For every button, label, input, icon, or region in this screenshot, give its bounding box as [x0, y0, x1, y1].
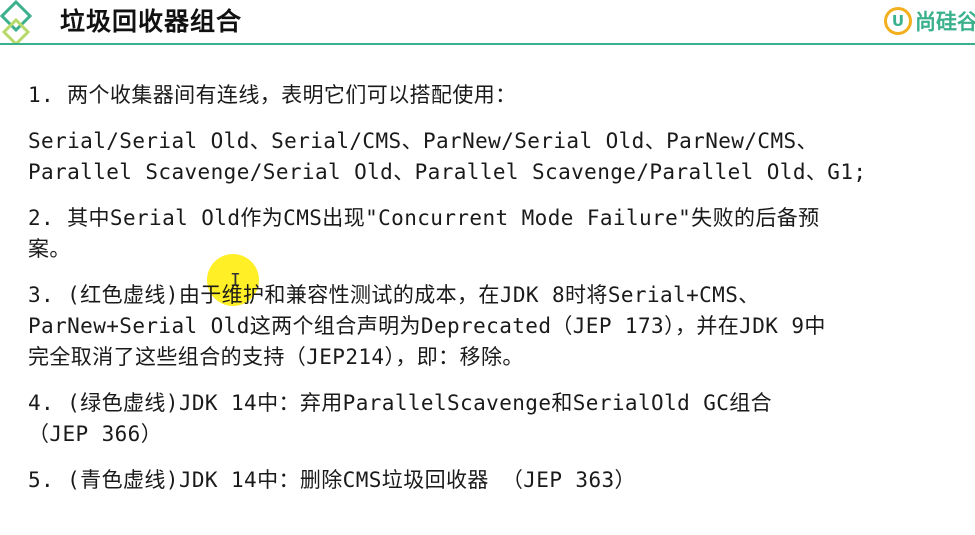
slide-title: 垃圾回收器组合 [60, 7, 243, 36]
paragraph-line: Parallel Scavenge/Serial Old、Parallel Sc… [28, 160, 867, 184]
paragraph-line: 1. 两个收集器间有连线，表明它们可以搭配使用： [28, 83, 517, 107]
paragraph-line: ParNew+Serial Old这两个组合声明为Deprecated（JEP … [28, 314, 826, 338]
paragraph-line: 3. (红色虚线)由于维护和兼容性测试的成本，在JDK 8时将Serial+CM… [28, 283, 760, 307]
paragraph-4: 4. (绿色虚线)JDK 14中：弃用ParallelScavenge和Seri… [28, 388, 968, 450]
brand-text: 尚硅谷 [915, 10, 975, 34]
paragraph-line: 完全取消了这些组合的支持（JEP214），即：移除。 [28, 345, 524, 369]
brand-logo: U 尚硅谷 [884, 6, 975, 36]
paragraph-5: 5. (青色虚线)JDK 14中：删除CMS垃圾回收器 （JEP 363） [28, 465, 968, 496]
diamond-logo-icon [0, 0, 33, 44]
brand-mark-icon: U [884, 7, 912, 35]
paragraph-line: 案。 [28, 237, 71, 261]
header-divider [0, 43, 975, 45]
paragraph-1: 1. 两个收集器间有连线，表明它们可以搭配使用： [28, 80, 968, 111]
paragraph-3: 3. (红色虚线)由于维护和兼容性测试的成本，在JDK 8时将Serial+CM… [28, 280, 968, 373]
paragraph-line: 5. (青色虚线)JDK 14中：删除CMS垃圾回收器 （JEP 363） [28, 468, 636, 492]
paragraph-collector-pairs: Serial/Serial Old、Serial/CMS、ParNew/Seri… [28, 126, 968, 188]
slide-header: 垃圾回收器组合 U 尚硅谷 [0, 0, 975, 45]
paragraph-line: Serial/Serial Old、Serial/CMS、ParNew/Seri… [28, 129, 818, 153]
slide-body: 1. 两个收集器间有连线，表明它们可以搭配使用： Serial/Serial O… [28, 80, 968, 511]
paragraph-line: 2. 其中Serial Old作为CMS出现"Concurrent Mode F… [28, 206, 820, 230]
paragraph-line: （JEP 366） [28, 422, 163, 446]
paragraph-line: 4. (绿色虚线)JDK 14中：弃用ParallelScavenge和Seri… [28, 391, 773, 415]
paragraph-2: 2. 其中Serial Old作为CMS出现"Concurrent Mode F… [28, 203, 968, 265]
